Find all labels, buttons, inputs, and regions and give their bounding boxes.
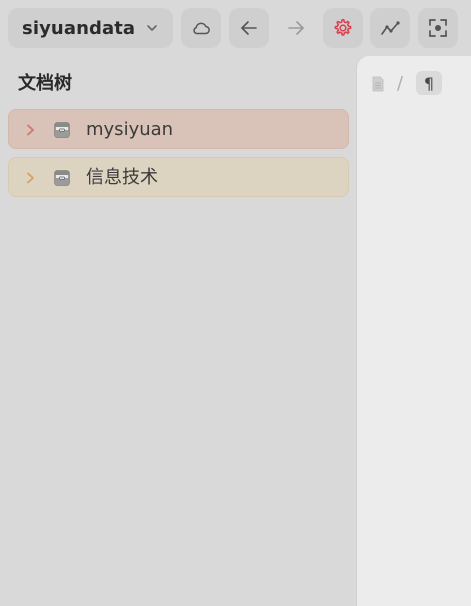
focus-icon — [429, 19, 447, 37]
chevron-right-icon[interactable] — [23, 123, 37, 137]
focus-mode-button[interactable] — [418, 8, 458, 48]
notebook-icon — [54, 122, 70, 138]
forward-button[interactable] — [276, 8, 316, 48]
chevron-right-icon[interactable] — [23, 171, 37, 185]
pilcrow-button[interactable]: ¶ — [416, 71, 442, 95]
arrow-right-icon — [288, 21, 304, 35]
notebook-label: mysiyuan — [86, 119, 174, 140]
chevron-down-icon — [147, 25, 157, 31]
settings-button[interactable] — [323, 8, 363, 48]
trend-icon — [381, 21, 400, 35]
document-icon[interactable] — [371, 76, 385, 92]
notebook-label: 信息技术 — [86, 167, 158, 188]
workspace-switcher[interactable]: siyuandata — [8, 8, 173, 48]
editor-panel[interactable]: / ¶ — [357, 56, 471, 606]
cloud-icon — [193, 22, 210, 35]
breadcrumb: / — [371, 72, 403, 96]
back-button[interactable] — [229, 8, 269, 48]
cloud-sync-button[interactable] — [181, 8, 221, 48]
app-window: siyuandata 文档树 mysiyuan 信息技术 / ¶ — [0, 0, 471, 606]
doc-tree-panel: 文档树 mysiyuan 信息技术 — [0, 56, 357, 606]
arrow-left-icon — [241, 21, 257, 35]
notebook-item-info-tech[interactable]: 信息技术 — [8, 157, 349, 197]
top-toolbar: siyuandata — [0, 0, 471, 56]
workspace-name: siyuandata — [22, 17, 136, 39]
notebook-icon — [54, 170, 70, 186]
notebook-item-mysiyuan[interactable]: mysiyuan — [8, 109, 349, 149]
graph-view-button[interactable] — [370, 8, 410, 48]
panel-title: 文档树 — [18, 73, 72, 94]
breadcrumb-separator: / — [397, 73, 404, 94]
gear-icon — [334, 19, 352, 36]
